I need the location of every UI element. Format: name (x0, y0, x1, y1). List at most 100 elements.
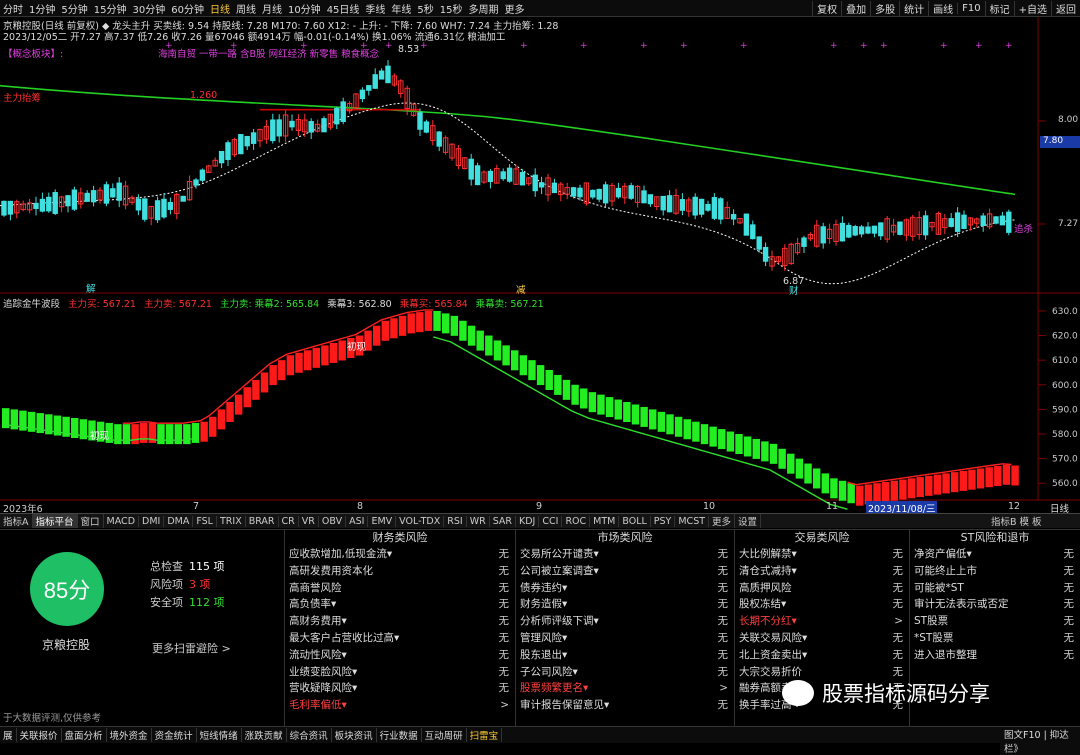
indicator-tab[interactable]: BRAR (246, 515, 279, 527)
indicator-tab[interactable]: MACD (104, 515, 140, 527)
risk-item[interactable]: 子公司风险▾ 无 (516, 664, 734, 681)
status-tab[interactable]: 行业数据 (377, 728, 422, 742)
toolbar-button[interactable]: 叠加 (841, 0, 870, 16)
period-tab[interactable]: 周线 (233, 1, 259, 16)
toolbar-button[interactable]: 返回 (1051, 0, 1080, 16)
indicator-tab[interactable]: CR (279, 515, 299, 527)
risk-item[interactable]: 应收款增加,低现金流▾ 无 (285, 546, 515, 563)
status-tab[interactable]: 资金统计 (152, 728, 197, 742)
period-tab[interactable]: 45日线 (324, 1, 363, 16)
risk-item[interactable]: 审计无法表示或否定 无 (910, 596, 1080, 613)
indicator-tab[interactable]: VOL-TDX (396, 515, 445, 527)
indicator-tab[interactable]: ASI (346, 515, 369, 527)
indicator-tab[interactable]: FSL (193, 515, 217, 527)
risk-item[interactable]: *ST股票 无 (910, 630, 1080, 647)
period-tab[interactable]: 5秒 (414, 1, 436, 16)
risk-item[interactable]: 流动性风险▾ 无 (285, 647, 515, 664)
status-tab[interactable]: 板块资讯 (332, 728, 377, 742)
more-scan-link[interactable]: 更多扫雷避险 > (152, 640, 231, 656)
status-tab[interactable]: 扫雷宝 (467, 728, 503, 742)
period-tab[interactable]: 日线 (207, 1, 233, 16)
period-tab[interactable]: 15分钟 (91, 1, 130, 16)
indicator-tab[interactable]: ROC (562, 515, 591, 527)
status-tab[interactable]: 互动周研 (422, 728, 467, 742)
risk-item[interactable]: 北上资金卖出▾ 无 (735, 647, 909, 664)
period-tab[interactable]: 10分钟 (285, 1, 324, 16)
status-tab[interactable]: 盘面分析 (62, 728, 107, 742)
indicator-tab[interactable]: VR (299, 515, 319, 527)
risk-item[interactable]: 最大客户占营收比过高▾ 无 (285, 630, 515, 647)
risk-item[interactable]: 管理风险▾ 无 (516, 630, 734, 647)
risk-item[interactable]: 营收疑降风险▾ 无 (285, 680, 515, 697)
period-tab[interactable]: 5分钟 (58, 1, 90, 16)
risk-item[interactable]: 分析师评级下调▾ 无 (516, 613, 734, 630)
status-tab[interactable]: 展 (0, 728, 17, 742)
indicator-tab[interactable]: WR (467, 515, 490, 527)
indicator-tab[interactable]: 设置 (735, 514, 762, 528)
toolbar-button[interactable]: +自选 (1013, 0, 1051, 16)
toolbar-button[interactable]: 复权 (812, 0, 841, 16)
chart-area[interactable]: 630.0 620.0 610.0 600.0 590.0 580.0 570.0 560.0… (0, 17, 1080, 512)
risk-item[interactable]: 审计报告保留意见▾ 无 (516, 697, 734, 714)
risk-item[interactable]: 股东退出▾ 无 (516, 647, 734, 664)
risk-item[interactable]: 业绩变脸风险▾ 无 (285, 664, 515, 681)
indicator-tab[interactable]: RSI (444, 515, 467, 527)
indicator-tab[interactable]: CCI (539, 515, 563, 527)
risk-item[interactable]: 大比例解禁▾ 无 (735, 546, 909, 563)
indicator-tab[interactable]: BOLL (619, 515, 651, 527)
toolbar-button[interactable]: 多股 (870, 0, 899, 16)
risk-item[interactable]: 股票频繁更名▾ > (516, 680, 734, 697)
period-tab[interactable]: 多周期 (466, 1, 502, 16)
status-tab[interactable]: 涨跌贡献 (242, 728, 287, 742)
risk-item[interactable]: 高商誉风险 无 (285, 580, 515, 597)
status-tab[interactable]: 短线情绪 (197, 728, 242, 742)
indicator-tab[interactable]: 更多 (709, 514, 736, 528)
period-tab[interactable]: 60分钟 (168, 1, 207, 16)
risk-item[interactable]: 股权冻结▾ 无 (735, 596, 909, 613)
indicator-tab[interactable]: EMV (368, 515, 397, 527)
indicator-tab[interactable]: PSY (651, 515, 676, 527)
risk-item[interactable]: ST股票 无 (910, 613, 1080, 630)
period-tab[interactable]: 分时 (0, 1, 26, 16)
risk-item[interactable]: 高负债率▾ 无 (285, 596, 515, 613)
status-tab[interactable]: 关联报价 (17, 728, 62, 742)
indicator-b-tab[interactable]: 指标B 模 板 (988, 514, 1045, 528)
period-tab[interactable]: 月线 (259, 1, 285, 16)
toolbar-button[interactable]: 统计 (899, 0, 928, 16)
indicator-tab[interactable]: OBV (319, 515, 347, 527)
period-tab[interactable]: 季线 (362, 1, 388, 16)
indicator-tab[interactable]: DMA (164, 515, 194, 527)
risk-item[interactable]: 进入退市整理 无 (910, 647, 1080, 664)
risk-item[interactable]: 高财务费用▾ 无 (285, 613, 515, 630)
indicator-tab[interactable]: MTM (590, 515, 620, 527)
risk-item[interactable]: 净资产偏低▾ 无 (910, 546, 1080, 563)
risk-item[interactable]: 长期不分红▾ > (735, 613, 909, 630)
indicator-tab[interactable]: 指标A (0, 514, 33, 528)
risk-item[interactable]: 关联交易风险▾ 无 (735, 630, 909, 647)
risk-item[interactable]: 可能终止上市 无 (910, 563, 1080, 580)
indicator-tab[interactable]: DMI (139, 515, 165, 527)
period-tab[interactable]: 1分钟 (26, 1, 58, 16)
risk-item[interactable]: 毛利率偏低▾ > (285, 697, 515, 714)
risk-item[interactable]: 可能被*ST 无 (910, 580, 1080, 597)
risk-item[interactable]: 财务造假▾ 无 (516, 596, 734, 613)
indicator-tab[interactable]: SAR (490, 515, 517, 527)
indicator-tab[interactable]: 指标平台 (32, 514, 78, 528)
status-tab[interactable]: 综合资讯 (287, 728, 332, 742)
status-right[interactable]: 图文F10 | 抑达栏》 (1000, 727, 1080, 755)
period-tab[interactable]: 更多 (502, 1, 528, 16)
status-tab[interactable]: 境外资金 (107, 728, 152, 742)
indicator-tab[interactable]: 窗口 (78, 514, 104, 528)
indicator-tab[interactable]: TRIX (217, 515, 246, 527)
indicator-tab[interactable]: KDJ (516, 515, 540, 527)
period-tab[interactable]: 年线 (388, 1, 414, 16)
risk-item[interactable]: 高研发费用资本化 无 (285, 563, 515, 580)
period-tab[interactable]: 15秒 (437, 1, 466, 16)
indicator-tab[interactable]: MCST (675, 515, 710, 527)
risk-item[interactable]: 交易所公开谴责▾ 无 (516, 546, 734, 563)
risk-item[interactable]: 公司被立案调查▾ 无 (516, 563, 734, 580)
toolbar-button[interactable]: 标记 (984, 0, 1014, 16)
period-tab[interactable]: 30分钟 (129, 1, 168, 16)
toolbar-button[interactable]: F10 (957, 2, 984, 14)
risk-item[interactable]: 高质押风险 无 (735, 580, 909, 597)
